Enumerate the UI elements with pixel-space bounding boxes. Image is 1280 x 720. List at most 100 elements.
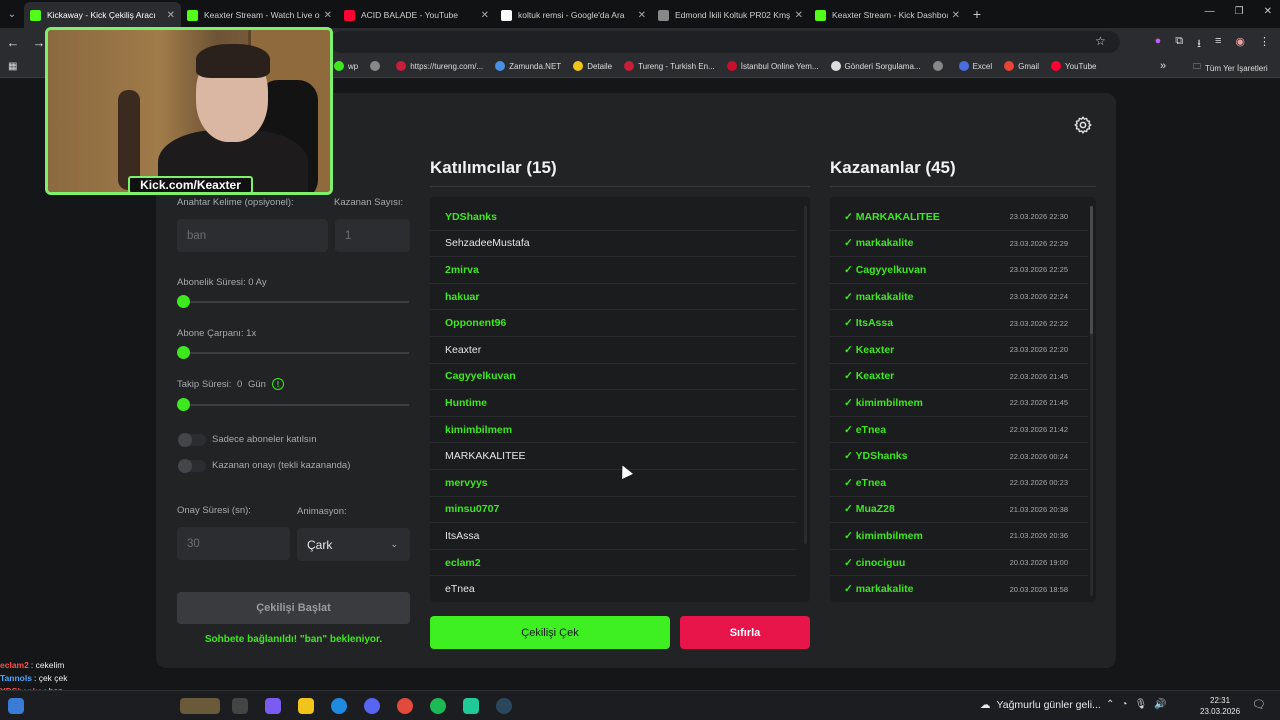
puzzle-icon[interactable]: ⧉ — [1175, 35, 1183, 54]
winner-row: ✓ Keaxter 22.03.2026 21:45 — [830, 364, 1088, 391]
reading-list-icon[interactable]: ≡ — [1215, 35, 1221, 54]
winner-date: 21.03.2026 20:36 — [1009, 531, 1068, 541]
start-giveaway-button[interactable]: Çekilişi Başlat — [177, 592, 410, 624]
all-bookmarks-button[interactable]: 🗀 Tüm Yer İşaretleri — [1193, 61, 1268, 75]
bookmark-item[interactable]: wp — [334, 61, 358, 71]
follow-duration-slider-track[interactable] — [184, 404, 409, 406]
bookmark-item[interactable]: Tureng - Turkish En... — [624, 61, 715, 71]
bookmark-item[interactable]: https://tureng.com/... — [396, 61, 483, 71]
notification-icon[interactable]: 🗨 — [1252, 698, 1266, 711]
bookmark-label: Zamunda.NET — [509, 61, 562, 71]
extension-icon[interactable]: ● — [1155, 35, 1162, 54]
taskbar-clock[interactable]: 22:31 23.03.2026 — [1200, 695, 1240, 717]
reset-button[interactable]: Sıfırla — [680, 616, 810, 649]
winner-name: ✓ Keaxter — [844, 370, 895, 383]
edge-icon[interactable] — [331, 698, 347, 714]
tab-title: koltuk remsi - Google'da Ara — [518, 10, 625, 20]
browser-tab[interactable]: Keaxter Stream - Watch Live on ✕ — [181, 2, 338, 28]
bookmark-label: Excel — [972, 61, 993, 71]
winner-count-input[interactable]: 1 — [335, 219, 410, 252]
bookmark-item[interactable]: Gönderi Sorgulama... — [830, 61, 921, 71]
profile-avatar[interactable]: ◉ — [1235, 35, 1245, 54]
back-arrow-icon[interactable]: ← — [0, 35, 26, 50]
tab-close-icon[interactable]: ✕ — [952, 10, 960, 21]
taskbar-search-thumbnail[interactable] — [180, 698, 220, 714]
subs-only-toggle[interactable] — [178, 433, 206, 447]
apps-grid-icon[interactable]: ▦ — [8, 61, 17, 72]
animation-select[interactable]: Çark ⌄ — [297, 528, 410, 561]
task-view-icon[interactable] — [232, 698, 248, 714]
bookmarks-overflow-icon[interactable]: » — [1160, 60, 1166, 72]
mic-icon[interactable]: 🎙 — [1134, 699, 1147, 710]
close-icon[interactable]: ✕ — [1264, 6, 1272, 17]
bookmark-item[interactable]: YouTube — [1051, 61, 1096, 71]
speaker-icon[interactable]: 🔊 — [1154, 699, 1166, 710]
bookmark-favicon-icon — [624, 61, 635, 71]
confirm-time-input[interactable]: 30 — [177, 527, 290, 560]
confirm-time-label: Onay Süresi (sn): — [177, 505, 251, 516]
browser-tab[interactable]: ACID BALADE - YouTube ✕ — [338, 2, 495, 28]
winner-row: ✓ eTnea 22.03.2026 00:23 — [830, 470, 1088, 497]
bookmark-item[interactable]: Gmail — [1004, 61, 1039, 71]
bookmark-item[interactable]: Zamunda.NET — [495, 61, 561, 71]
new-tab-button[interactable]: + — [966, 6, 988, 22]
browser-tab[interactable]: Kickaway - Kick Çekiliş Aracı ✕ — [24, 2, 181, 28]
winner-name: ✓ ItsAssa — [844, 317, 894, 330]
discord-icon[interactable] — [364, 698, 380, 714]
steam-icon[interactable] — [496, 698, 512, 714]
tab-close-icon[interactable]: ✕ — [324, 10, 332, 21]
file-explorer-icon[interactable] — [298, 698, 314, 714]
browser-tab[interactable]: Edmond İkili Koltuk PR02 Kmş ✕ — [652, 2, 809, 28]
bookmark-item[interactable] — [932, 61, 947, 71]
sub-multiplier-label: Abone Çarpanı: 1x — [177, 328, 257, 339]
tab-search-icon[interactable]: ⌄ — [0, 0, 24, 28]
browser-tab[interactable]: koltuk remsi - Google'da Ara ✕ — [495, 2, 652, 28]
tab-strip: Kickaway - Kick Çekiliş Aracı ✕ Keaxter St… — [24, 0, 966, 28]
tab-close-icon[interactable]: ✕ — [481, 10, 489, 21]
sub-duration-slider-knob[interactable] — [177, 295, 190, 308]
chat-message: Tannols: çek çek — [0, 671, 160, 684]
info-icon[interactable]: ! — [272, 378, 284, 390]
tab-close-icon[interactable]: ✕ — [795, 10, 803, 21]
winners-scrollbar-thumb[interactable] — [1090, 206, 1093, 334]
bookmark-item[interactable]: Excel — [958, 61, 993, 71]
browser-tab[interactable]: Keaxter Stream - Kick Dashboa ✕ — [809, 2, 966, 28]
weather-widget[interactable]: ☁ Yağmurlu günler geli... — [980, 699, 1101, 711]
settings-gear-icon[interactable] — [1073, 115, 1093, 135]
winner-confirm-toggle[interactable] — [178, 459, 206, 473]
url-input[interactable] — [330, 31, 1120, 53]
sub-duration-slider-track[interactable] — [184, 301, 409, 303]
app-icon[interactable] — [463, 698, 479, 714]
winner-row: ✓ YDShanks 22.03.2026 00:24 — [830, 443, 1088, 470]
winners-divider — [830, 186, 1096, 187]
winner-name: ✓ YDShanks — [844, 450, 908, 463]
participants-scrollbar[interactable] — [804, 206, 807, 544]
tab-close-icon[interactable]: ✕ — [638, 10, 646, 21]
minimize-icon[interactable]: ― — [1205, 6, 1215, 17]
tray-chevron-icon[interactable]: ⌃ — [1106, 699, 1114, 710]
follow-duration-slider-knob[interactable] — [177, 398, 190, 411]
winner-date: 23.03.2026 22:20 — [1009, 345, 1068, 355]
windows-start-icon[interactable] — [8, 698, 24, 714]
restore-icon[interactable]: ❐ — [1235, 6, 1244, 17]
chrome-icon[interactable] — [397, 698, 413, 714]
download-icon[interactable]: ⭳ — [1197, 35, 1201, 54]
tab-close-icon[interactable]: ✕ — [167, 10, 175, 21]
draw-giveaway-button[interactable]: Çekilişi Çek — [430, 616, 670, 649]
sub-multiplier-slider-knob[interactable] — [177, 346, 190, 359]
keyword-input[interactable]: ban — [177, 219, 328, 252]
winner-date: 23.03.2026 22:29 — [1009, 238, 1068, 248]
winner-name: ✓ MARKAKALITEE — [844, 210, 940, 223]
network-icon[interactable]: ◔ — [1121, 699, 1127, 710]
bookmark-star-icon[interactable]: ☆ — [1095, 34, 1106, 48]
bookmark-label: İstanbul Online Yem... — [740, 61, 819, 71]
spotify-icon[interactable] — [430, 698, 446, 714]
winner-date: 20.03.2026 19:00 — [1009, 558, 1068, 568]
sub-multiplier-slider-track[interactable] — [184, 352, 409, 354]
bookmark-item[interactable]: Detaile — [573, 61, 612, 71]
copilot-icon[interactable] — [265, 698, 281, 714]
menu-kebab-icon[interactable]: ⋮ — [1259, 35, 1270, 54]
bookmark-item[interactable]: İstanbul Online Yem... — [726, 61, 819, 71]
bookmark-item[interactable] — [370, 61, 384, 71]
participant-row: Opponent96 — [430, 310, 796, 337]
